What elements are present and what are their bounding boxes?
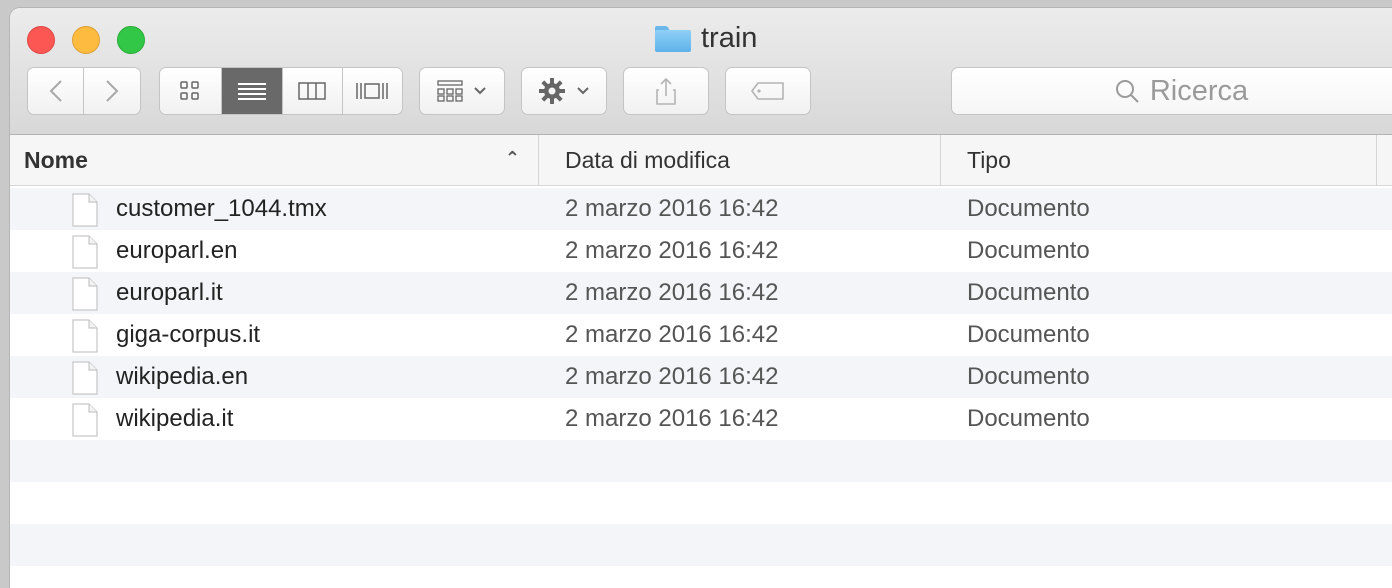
- empty-row: [10, 482, 1392, 524]
- file-date: 2 marzo 2016 16:42: [565, 363, 779, 390]
- document-icon: [72, 235, 98, 269]
- coverflow-view-icon: [356, 83, 389, 99]
- document-icon: [72, 403, 98, 437]
- close-window-button[interactable]: [27, 26, 55, 54]
- file-name: customer_1044.tmx: [116, 195, 327, 222]
- tag-icon: [751, 82, 784, 100]
- file-date: 2 marzo 2016 16:42: [565, 405, 779, 432]
- column-header-row: Nome ⌃ Data di modifica Tipo: [10, 135, 1392, 186]
- sort-ascending-icon: ⌃: [504, 148, 520, 168]
- chevron-down-icon: [577, 87, 589, 95]
- finder-window: train Ricerca Nome ⌃ Data di modifica Ti…: [10, 8, 1392, 588]
- share-button[interactable]: [623, 67, 709, 115]
- column-view-icon: [298, 82, 326, 100]
- file-row[interactable]: europarl.it 2 marzo 2016 16:42 Documento: [10, 272, 1392, 314]
- search-field[interactable]: Ricerca: [951, 67, 1392, 115]
- file-name: giga-corpus.it: [116, 321, 261, 348]
- view-mode-selector: [159, 67, 403, 115]
- arrange-button[interactable]: [419, 67, 505, 115]
- file-type: Documento: [967, 321, 1090, 348]
- file-name: europarl.en: [116, 237, 238, 264]
- document-icon: [72, 277, 98, 311]
- file-row[interactable]: giga-corpus.it 2 marzo 2016 16:42 Docume…: [10, 314, 1392, 356]
- file-type: Documento: [967, 363, 1090, 390]
- file-type: Documento: [967, 237, 1090, 264]
- file-date: 2 marzo 2016 16:42: [565, 321, 779, 348]
- back-button[interactable]: [28, 68, 85, 114]
- chevron-down-icon: [474, 87, 486, 95]
- gear-icon: [539, 78, 565, 104]
- list-view-icon: [237, 83, 266, 100]
- file-row[interactable]: wikipedia.it 2 marzo 2016 16:42 Document…: [10, 398, 1392, 440]
- file-row[interactable]: customer_1044.tmx 2 marzo 2016 16:42 Doc…: [10, 188, 1392, 230]
- empty-row: [10, 524, 1392, 566]
- document-icon: [72, 319, 98, 353]
- file-date: 2 marzo 2016 16:42: [565, 237, 779, 264]
- column-header-type-label: Tipo: [967, 146, 1011, 173]
- file-date: 2 marzo 2016 16:42: [565, 195, 779, 222]
- folder-icon: [655, 25, 691, 52]
- document-icon: [72, 361, 98, 395]
- forward-button[interactable]: [84, 68, 140, 114]
- navigation-buttons: [27, 67, 141, 115]
- empty-row: [10, 440, 1392, 482]
- share-icon: [656, 77, 676, 105]
- search-placeholder: Ricerca: [1149, 74, 1249, 107]
- list-view-button[interactable]: [221, 68, 283, 114]
- file-name: wikipedia.it: [116, 405, 234, 432]
- file-type: Documento: [967, 195, 1090, 222]
- window-title-bar: train: [655, 22, 757, 55]
- file-row[interactable]: europarl.en 2 marzo 2016 16:42 Documento: [10, 230, 1392, 272]
- icon-view-icon: [180, 81, 199, 100]
- file-row[interactable]: wikipedia.en 2 marzo 2016 16:42 Document…: [10, 356, 1392, 398]
- tag-button[interactable]: [725, 67, 811, 115]
- zoom-window-button[interactable]: [117, 26, 145, 54]
- search-icon: [1115, 80, 1139, 103]
- file-type: Documento: [967, 279, 1090, 306]
- action-button[interactable]: [521, 67, 607, 115]
- arrange-icon: [437, 80, 463, 102]
- icon-view-button[interactable]: [160, 68, 222, 114]
- coverflow-view-button[interactable]: [342, 68, 402, 114]
- column-header-name[interactable]: Nome ⌃: [10, 135, 539, 185]
- column-header-date-label: Data di modifica: [565, 146, 730, 173]
- toolbar: train Ricerca: [10, 8, 1392, 135]
- file-type: Documento: [967, 405, 1090, 432]
- file-date: 2 marzo 2016 16:42: [565, 279, 779, 306]
- column-header-date[interactable]: Data di modifica: [539, 135, 941, 185]
- column-view-button[interactable]: [283, 68, 343, 114]
- column-header-type[interactable]: Tipo: [941, 135, 1377, 185]
- file-name: europarl.it: [116, 279, 223, 306]
- minimize-window-button[interactable]: [72, 26, 100, 54]
- document-icon: [72, 193, 98, 227]
- file-name: wikipedia.en: [116, 363, 249, 390]
- file-list: customer_1044.tmx 2 marzo 2016 16:42 Doc…: [10, 188, 1392, 566]
- column-header-name-label: Nome: [24, 146, 88, 173]
- window-title: train: [701, 22, 758, 54]
- chevron-right-icon: [106, 80, 119, 102]
- chevron-left-icon: [49, 80, 62, 102]
